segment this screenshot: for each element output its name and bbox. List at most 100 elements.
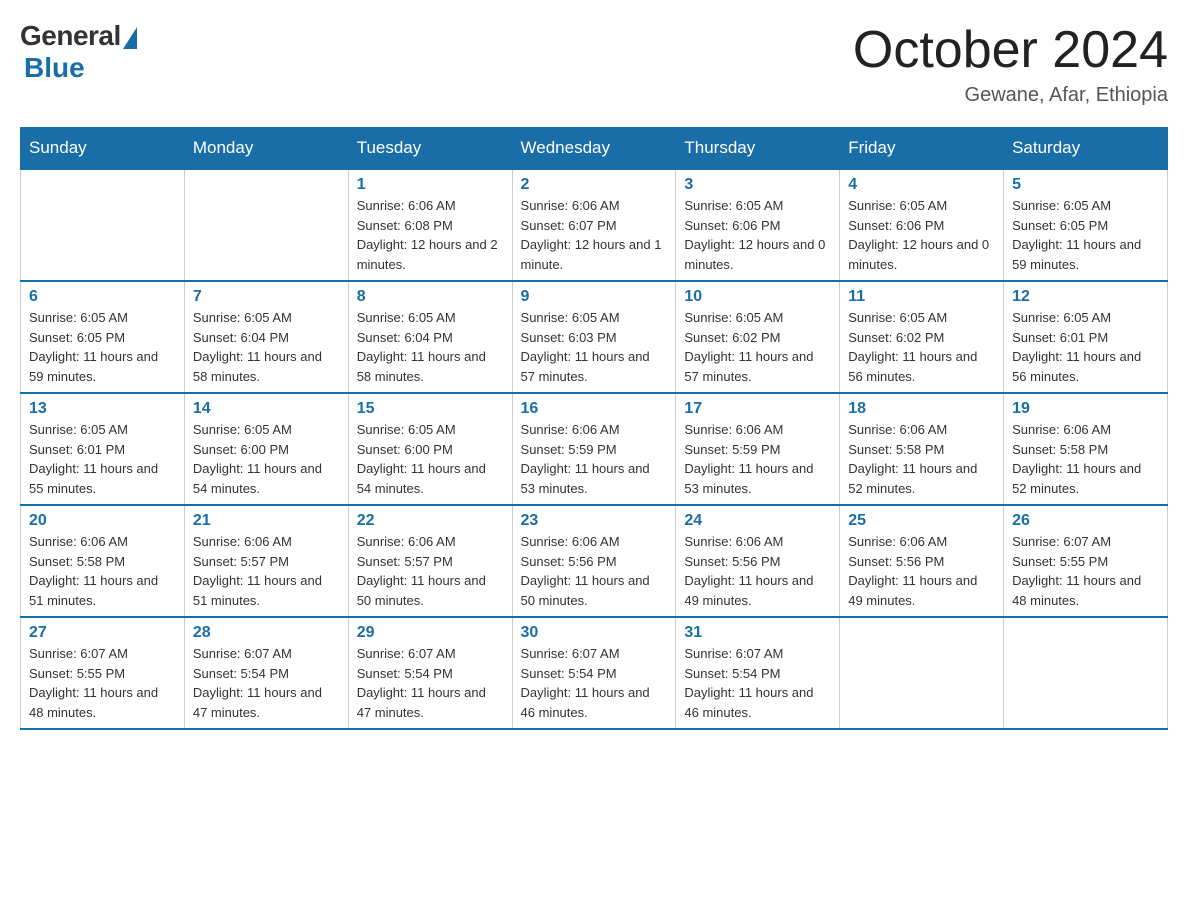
calendar-header-saturday: Saturday (1004, 128, 1168, 170)
day-info: Sunrise: 6:06 AMSunset: 5:56 PMDaylight:… (684, 532, 831, 610)
calendar-cell: 7 Sunrise: 6:05 AMSunset: 6:04 PMDaylight… (184, 281, 348, 393)
calendar-cell: 20 Sunrise: 6:06 AMSunset: 5:58 PMDayligh… (21, 505, 185, 617)
day-info: Sunrise: 6:05 AMSunset: 6:01 PMDaylight:… (29, 420, 176, 498)
day-info: Sunrise: 6:05 AMSunset: 6:06 PMDaylight:… (684, 196, 831, 274)
day-info: Sunrise: 6:06 AMSunset: 5:58 PMDaylight:… (29, 532, 176, 610)
calendar-header-wednesday: Wednesday (512, 128, 676, 170)
day-number: 9 (521, 288, 668, 306)
day-info: Sunrise: 6:06 AMSunset: 6:07 PMDaylight:… (521, 196, 668, 274)
day-info: Sunrise: 6:05 AMSunset: 6:02 PMDaylight:… (684, 308, 831, 386)
calendar-cell: 10Sunrise: 6:05 AMSunset: 6:02 PMDayligh… (676, 281, 840, 393)
day-info: Sunrise: 6:07 AMSunset: 5:54 PMDaylight:… (684, 644, 831, 722)
day-number: 19 (1012, 400, 1159, 418)
day-info: Sunrise: 6:06 AMSunset: 5:57 PMDaylight:… (357, 532, 504, 610)
day-number: 28 (193, 624, 340, 642)
day-number: 3 (684, 176, 831, 194)
calendar-cell: 16Sunrise: 6:06 AMSunset: 5:59 PMDayligh… (512, 393, 676, 505)
day-info: Sunrise: 6:06 AMSunset: 5:59 PMDaylight:… (521, 420, 668, 498)
day-info: Sunrise: 6:07 AMSunset: 5:54 PMDaylight:… (521, 644, 668, 722)
calendar-header-tuesday: Tuesday (348, 128, 512, 170)
day-number: 25 (848, 512, 995, 530)
calendar-cell: 2 Sunrise: 6:06 AMSunset: 6:07 PMDaylight… (512, 169, 676, 281)
title-section: October 2024 Gewane, Afar, Ethiopia (853, 20, 1168, 107)
day-info: Sunrise: 6:05 AMSunset: 6:00 PMDaylight:… (193, 420, 340, 498)
calendar-cell: 22 Sunrise: 6:06 AMSunset: 5:57 PMDayligh… (348, 505, 512, 617)
day-info: Sunrise: 6:05 AMSunset: 6:00 PMDaylight:… (357, 420, 504, 498)
day-info: Sunrise: 6:05 AMSunset: 6:01 PMDaylight:… (1012, 308, 1159, 386)
day-number: 21 (193, 512, 340, 530)
day-number: 8 (357, 288, 504, 306)
calendar-header-sunday: Sunday (21, 128, 185, 170)
month-title: October 2024 (853, 20, 1168, 80)
day-info: Sunrise: 6:06 AMSunset: 5:59 PMDaylight:… (684, 420, 831, 498)
calendar-table: SundayMondayTuesdayWednesdayThursdayFrid… (20, 127, 1168, 730)
day-number: 14 (193, 400, 340, 418)
calendar-cell: 26 Sunrise: 6:07 AMSunset: 5:55 PMDayligh… (1004, 505, 1168, 617)
day-number: 24 (684, 512, 831, 530)
calendar-cell: 9 Sunrise: 6:05 AMSunset: 6:03 PMDaylight… (512, 281, 676, 393)
day-info: Sunrise: 6:05 AMSunset: 6:02 PMDaylight:… (848, 308, 995, 386)
calendar-week-row: 27Sunrise: 6:07 AMSunset: 5:55 PMDayligh… (21, 617, 1168, 729)
logo-general-text: General (20, 20, 121, 52)
logo: General Blue (20, 20, 137, 84)
logo-triangle-icon (123, 27, 137, 49)
calendar-week-row: 13 Sunrise: 6:05 AMSunset: 6:01 PMDayligh… (21, 393, 1168, 505)
calendar-cell: 30 Sunrise: 6:07 AMSunset: 5:54 PMDayligh… (512, 617, 676, 729)
day-info: Sunrise: 6:06 AMSunset: 5:57 PMDaylight:… (193, 532, 340, 610)
calendar-cell: 23Sunrise: 6:06 AMSunset: 5:56 PMDayligh… (512, 505, 676, 617)
day-info: Sunrise: 6:05 AMSunset: 6:03 PMDaylight:… (521, 308, 668, 386)
day-number: 29 (357, 624, 504, 642)
calendar-week-row: 6Sunrise: 6:05 AMSunset: 6:05 PMDaylight… (21, 281, 1168, 393)
location-label: Gewane, Afar, Ethiopia (853, 84, 1168, 107)
calendar-cell: 8 Sunrise: 6:05 AMSunset: 6:04 PMDaylight… (348, 281, 512, 393)
calendar-cell: 11Sunrise: 6:05 AMSunset: 6:02 PMDayligh… (840, 281, 1004, 393)
day-info: Sunrise: 6:05 AMSunset: 6:04 PMDaylight:… (357, 308, 504, 386)
day-number: 20 (29, 512, 176, 530)
calendar-cell: 5 Sunrise: 6:05 AMSunset: 6:05 PMDaylight… (1004, 169, 1168, 281)
calendar-cell: 19 Sunrise: 6:06 AMSunset: 5:58 PMDayligh… (1004, 393, 1168, 505)
day-number: 22 (357, 512, 504, 530)
day-number: 7 (193, 288, 340, 306)
day-info: Sunrise: 6:07 AMSunset: 5:54 PMDaylight:… (193, 644, 340, 722)
day-number: 31 (684, 624, 831, 642)
calendar-cell: 14 Sunrise: 6:05 AMSunset: 6:00 PMDayligh… (184, 393, 348, 505)
calendar-header-thursday: Thursday (676, 128, 840, 170)
calendar-cell (1004, 617, 1168, 729)
day-number: 15 (357, 400, 504, 418)
calendar-cell: 27Sunrise: 6:07 AMSunset: 5:55 PMDayligh… (21, 617, 185, 729)
day-number: 12 (1012, 288, 1159, 306)
day-info: Sunrise: 6:06 AMSunset: 5:58 PMDaylight:… (1012, 420, 1159, 498)
calendar-cell: 31 Sunrise: 6:07 AMSunset: 5:54 PMDayligh… (676, 617, 840, 729)
day-number: 1 (357, 176, 504, 194)
calendar-header-friday: Friday (840, 128, 1004, 170)
day-number: 5 (1012, 176, 1159, 194)
day-info: Sunrise: 6:07 AMSunset: 5:55 PMDaylight:… (1012, 532, 1159, 610)
day-number: 2 (521, 176, 668, 194)
calendar-cell: 24 Sunrise: 6:06 AMSunset: 5:56 PMDayligh… (676, 505, 840, 617)
calendar-week-row: 20 Sunrise: 6:06 AMSunset: 5:58 PMDayligh… (21, 505, 1168, 617)
day-info: Sunrise: 6:05 AMSunset: 6:05 PMDaylight:… (1012, 196, 1159, 274)
day-info: Sunrise: 6:05 AMSunset: 6:05 PMDaylight:… (29, 308, 176, 386)
day-info: Sunrise: 6:06 AMSunset: 6:08 PMDaylight:… (357, 196, 504, 274)
day-info: Sunrise: 6:05 AMSunset: 6:04 PMDaylight:… (193, 308, 340, 386)
calendar-cell: 6Sunrise: 6:05 AMSunset: 6:05 PMDaylight… (21, 281, 185, 393)
logo-blue-text: Blue (24, 52, 85, 84)
calendar-cell: 13 Sunrise: 6:05 AMSunset: 6:01 PMDayligh… (21, 393, 185, 505)
calendar-cell: 4Sunrise: 6:05 AMSunset: 6:06 PMDaylight… (840, 169, 1004, 281)
day-number: 17 (684, 400, 831, 418)
day-number: 18 (848, 400, 995, 418)
calendar-cell: 29 Sunrise: 6:07 AMSunset: 5:54 PMDayligh… (348, 617, 512, 729)
calendar-cell: 12 Sunrise: 6:05 AMSunset: 6:01 PMDayligh… (1004, 281, 1168, 393)
day-number: 30 (521, 624, 668, 642)
calendar-cell (184, 169, 348, 281)
day-number: 23 (521, 512, 668, 530)
calendar-header-monday: Monday (184, 128, 348, 170)
day-number: 13 (29, 400, 176, 418)
page-header: General Blue October 2024 Gewane, Afar, … (20, 20, 1168, 107)
day-number: 4 (848, 176, 995, 194)
day-number: 26 (1012, 512, 1159, 530)
calendar-cell: 28 Sunrise: 6:07 AMSunset: 5:54 PMDayligh… (184, 617, 348, 729)
day-info: Sunrise: 6:07 AMSunset: 5:54 PMDaylight:… (357, 644, 504, 722)
calendar-cell: 15 Sunrise: 6:05 AMSunset: 6:00 PMDayligh… (348, 393, 512, 505)
calendar-cell (840, 617, 1004, 729)
